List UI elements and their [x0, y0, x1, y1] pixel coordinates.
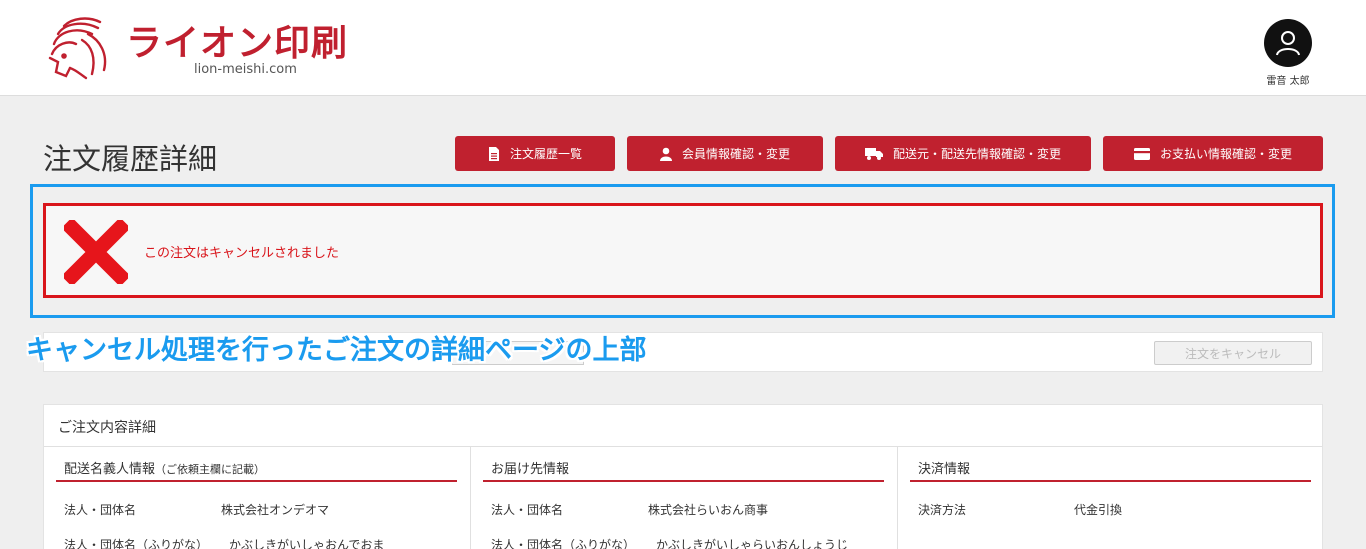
payment-info-label: お支払い情報確認・変更: [1159, 147, 1292, 161]
divider: [483, 480, 884, 482]
cancelled-notice: この注文はキャンセルされました: [43, 203, 1323, 298]
delivery-info-title: お届け先情報: [491, 462, 570, 477]
shipping-info-button[interactable]: 配送元・配送先情報確認・変更: [835, 136, 1091, 171]
divider: [910, 480, 1311, 482]
row-label: 法人・団体名（ふりがな）: [491, 538, 636, 549]
cross-icon: [64, 220, 128, 284]
credit-card-icon: [1133, 147, 1150, 160]
shipping-info-label: 配送元・配送先情報確認・変更: [892, 147, 1061, 161]
page-title: 注文履歴詳細: [43, 142, 218, 176]
member-info-label: 会員情報確認・変更: [681, 147, 790, 161]
payment-info-button[interactable]: お支払い情報確認・変更: [1103, 136, 1323, 171]
row-value: 株式会社らいおん商事: [648, 503, 769, 517]
sender-info-heading: 配送名義人情報: [64, 462, 156, 477]
sender-info-note: （ご依頼主欄に記載）: [155, 463, 266, 476]
row-value: 株式会社オンデオマ: [221, 503, 330, 517]
order-details-title: ご注文内容詳細: [58, 420, 156, 436]
logo-text[interactable]: ライオン印刷: [126, 14, 348, 66]
member-info-button[interactable]: 会員情報確認・変更: [627, 136, 823, 171]
truck-icon: [864, 148, 883, 160]
row-label: 法人・団体名: [491, 503, 564, 517]
row-label: 法人・団体名（ふりがな）: [64, 538, 209, 549]
delivery-info-column: お届け先情報 法人・団体名 株式会社らいおん商事 法人・団体名（ふりがな） かぶ…: [471, 447, 898, 549]
cancelled-message: この注文はキャンセルされました: [144, 246, 340, 261]
sender-info-title: 配送名義人情報（ご依頼主欄に記載）: [64, 458, 265, 477]
user-avatar[interactable]: [1264, 19, 1312, 67]
site-header: ライオン印刷 lion-meishi.com 雷音 太郎: [0, 0, 1366, 96]
cancel-order-button[interactable]: 注文をキャンセル: [1154, 341, 1312, 365]
order-history-list-button[interactable]: 注文履歴一覧: [455, 136, 615, 171]
payment-info-title: 決済情報: [918, 462, 971, 477]
document-icon: [488, 146, 499, 161]
order-history-list-label: 注文履歴一覧: [509, 147, 582, 161]
annotation-caption: キャンセル処理を行ったご注文の詳細ページの上部: [26, 335, 647, 366]
divider: [56, 480, 457, 482]
row-label: 法人・団体名: [64, 503, 137, 517]
row-value: かぶしきがいしゃおんでおま: [229, 538, 385, 549]
lion-logo-icon[interactable]: [42, 14, 114, 82]
row-value: 代金引換: [1074, 503, 1123, 517]
sender-info-column: 配送名義人情報（ご依頼主欄に記載） 法人・団体名 株式会社オンデオマ 法人・団体…: [44, 447, 471, 549]
logo-domain: lion-meishi.com: [194, 62, 297, 77]
user-icon: [659, 147, 672, 161]
row-label: 決済方法: [918, 503, 967, 517]
payment-info-column: 決済情報 決済方法 代金引換: [898, 447, 1324, 549]
row-value: かぶしきがいしゃらいおんしょうじ: [656, 538, 849, 549]
user-icon: [1276, 31, 1300, 56]
order-details-panel: ご注文内容詳細 配送名義人情報（ご依頼主欄に記載） 法人・団体名 株式会社オンデ…: [43, 404, 1323, 549]
user-name: 雷音 太郎: [1266, 76, 1310, 87]
